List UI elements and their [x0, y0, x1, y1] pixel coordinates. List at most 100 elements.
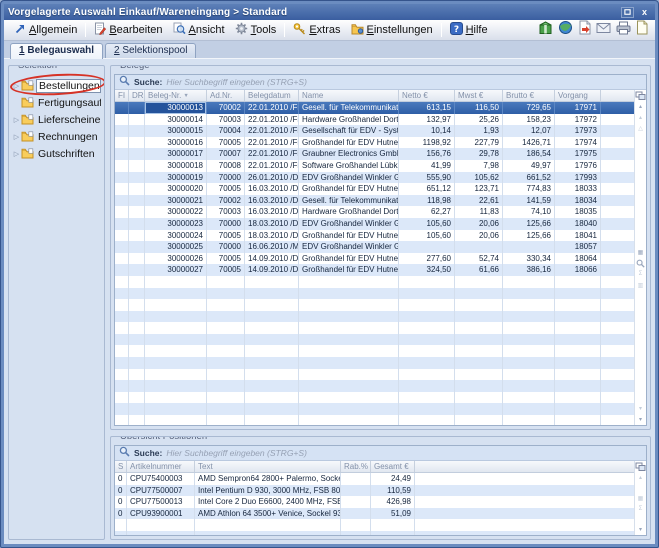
sidebar-item-bestellungen[interactable]: ▷Bestellungen [12, 77, 101, 94]
cell-vorgang[interactable]: 17975 [555, 148, 601, 160]
cell-name[interactable]: Hardware Großhandel Dortmund [299, 206, 399, 218]
cell-netto[interactable]: 1198,92 [399, 137, 455, 149]
cell-brutto[interactable]: 186,54 [503, 148, 555, 160]
cell-rab[interactable] [341, 508, 371, 520]
cell-fi[interactable] [115, 172, 129, 184]
cell-ad-nr[interactable]: 70002 [207, 102, 245, 114]
cell-netto[interactable]: 62,27 [399, 206, 455, 218]
cell-vorgang[interactable]: 18033 [555, 183, 601, 195]
cell-vorgang[interactable]: 17971 [555, 102, 601, 114]
cell-beleg-nr[interactable]: 30000021 [145, 195, 207, 207]
cell-netto[interactable]: 105,60 [399, 230, 455, 242]
cell-brutto[interactable]: 12,07 [503, 125, 555, 137]
expand-arrow-icon[interactable]: ▷ [12, 150, 21, 158]
cell-name[interactable]: Gesell. für Telekommunikation [299, 195, 399, 207]
column-header-artikelnummer[interactable]: Artikelnummer [127, 461, 195, 472]
cell-rab[interactable] [341, 496, 371, 508]
cell-vorgang[interactable]: 18064 [555, 253, 601, 265]
close-button[interactable]: x [638, 7, 651, 18]
table-row[interactable]: 300000157000422.01.2010 /FrGesellschaft … [115, 125, 634, 137]
cell-brutto[interactable]: 1426,71 [503, 137, 555, 149]
scroll-up-icon[interactable]: ▴ [635, 472, 647, 483]
cell-fi[interactable] [115, 264, 129, 276]
cell-dr[interactable] [129, 218, 145, 230]
table-row[interactable]: 0CPU93900001AMD Athlon 64 3500+ Venice, … [115, 508, 634, 520]
cell-brutto[interactable]: 330,34 [503, 253, 555, 265]
cell-beleg-nr[interactable]: 30000014 [145, 114, 207, 126]
cell-dr[interactable] [129, 241, 145, 253]
cell-belegdatum[interactable]: 22.01.2010 /Fr [245, 160, 299, 172]
column-header-brutto[interactable]: Brutto € [503, 90, 555, 101]
cell-s[interactable]: 0 [115, 473, 127, 485]
cell-gesamt[interactable]: 426,98 [371, 496, 415, 508]
table-row[interactable]: 300000247000518.03.2010 /DoGroßhandel fü… [115, 230, 634, 242]
cell-artikelnummer[interactable]: CPU77500013 [127, 496, 195, 508]
cell-name[interactable]: Graubner Electronics GmbH [299, 148, 399, 160]
cell-name[interactable]: Gesell. für Telekommunikation [299, 102, 399, 114]
cell-vorgang[interactable]: 17973 [555, 125, 601, 137]
cell-vorgang[interactable]: 17976 [555, 160, 601, 172]
cell-netto[interactable]: 105,60 [399, 218, 455, 230]
cell-mwst[interactable]: 20,06 [455, 218, 503, 230]
scroll-up-icon[interactable]: ▴ [635, 112, 647, 123]
cell-brutto[interactable]: 158,23 [503, 114, 555, 126]
cell-belegdatum[interactable]: 16.03.2010 /Di [245, 183, 299, 195]
cell-beleg-nr[interactable]: 30000023 [145, 218, 207, 230]
cell-vorgang[interactable]: 18034 [555, 195, 601, 207]
table-row[interactable]: 300000147000322.01.2010 /FrHardware Groß… [115, 114, 634, 126]
cell-vorgang[interactable]: 18066 [555, 264, 601, 276]
tab-2-selektionspool[interactable]: 2 Selektionspool [105, 43, 196, 58]
cell-belegdatum[interactable]: 18.03.2010 /Do [245, 218, 299, 230]
cell-mwst[interactable]: 116,50 [455, 102, 503, 114]
column-header-s[interactable]: S [115, 461, 127, 472]
cell-vorgang[interactable]: 17993 [555, 172, 601, 184]
column-header-belegdatum[interactable]: Belegdatum [245, 90, 299, 101]
cell-dr[interactable] [129, 114, 145, 126]
table-row[interactable]: 300000197000026.01.2010 /DiEDV Großhande… [115, 172, 634, 184]
cell-name[interactable]: EDV Großhandel Winkler GmbH [299, 218, 399, 230]
menu-item-bearbeiten[interactable]: Bearbeiten [89, 20, 167, 40]
cell-ad-nr[interactable]: 70000 [207, 218, 245, 230]
cell-netto[interactable]: 651,12 [399, 183, 455, 195]
column-header-rab[interactable]: Rab.% [341, 461, 371, 472]
grid-view-icon[interactable]: ▦ [635, 247, 647, 258]
cell-gesamt[interactable]: 110,59 [371, 485, 415, 497]
cell-belegdatum[interactable]: 18.03.2010 /Do [245, 230, 299, 242]
cell-dr[interactable] [129, 230, 145, 242]
cell-belegdatum[interactable]: 14.09.2010 /Di [245, 253, 299, 265]
cell-netto[interactable]: 555,90 [399, 172, 455, 184]
cell-vorgang[interactable]: 17972 [555, 114, 601, 126]
cell-name[interactable]: Großhandel für EDV Hutner [299, 264, 399, 276]
cell-fi[interactable] [115, 148, 129, 160]
cell-name[interactable]: Hardware Großhandel Dortmund [299, 114, 399, 126]
table-row[interactable]: 300000227000316.03.2010 /DiHardware Groß… [115, 206, 634, 218]
cell-mwst[interactable]: 123,71 [455, 183, 503, 195]
cell-s[interactable]: 0 [115, 485, 127, 497]
cell-ad-nr[interactable]: 70000 [207, 172, 245, 184]
cell-fi[interactable] [115, 218, 129, 230]
column-chooser-icon[interactable] [635, 90, 647, 101]
sum-row-icon[interactable]: Σ [635, 269, 647, 280]
cell-gesamt[interactable]: 51,09 [371, 508, 415, 520]
column-header-gesamt[interactable]: Gesamt € [371, 461, 415, 472]
cell-belegdatum[interactable]: 16.03.2010 /Di [245, 195, 299, 207]
cell-ad-nr[interactable]: 70004 [207, 125, 245, 137]
cell-name[interactable]: Gesellschaft für EDV - Systeme [299, 125, 399, 137]
cell-fi[interactable] [115, 253, 129, 265]
cell-belegdatum[interactable]: 22.01.2010 /Fr [245, 114, 299, 126]
cell-mwst[interactable]: 61,66 [455, 264, 503, 276]
cell-netto[interactable]: 613,15 [399, 102, 455, 114]
cell-fi[interactable] [115, 195, 129, 207]
cell-brutto[interactable]: 74,10 [503, 206, 555, 218]
expand-arrow-icon[interactable]: ▷ [12, 116, 21, 124]
cell-name[interactable]: Software Großhandel Lübke AG [299, 160, 399, 172]
toolbar-button-print[interactable] [616, 21, 631, 40]
filter-row-icon[interactable]: ▥ [635, 280, 647, 291]
table-row[interactable]: 300000217000216.03.2010 /DiGesell. für T… [115, 195, 634, 207]
toolbar-button-package[interactable] [538, 20, 553, 40]
cell-dr[interactable] [129, 160, 145, 172]
table-row[interactable]: 300000267000514.09.2010 /DiGroßhandel fü… [115, 253, 634, 265]
table-row[interactable]: 300000137000222.01.2010 /FrGesell. für T… [115, 102, 634, 114]
cell-artikelnummer[interactable]: CPU75400003 [127, 473, 195, 485]
cell-netto[interactable] [399, 241, 455, 253]
